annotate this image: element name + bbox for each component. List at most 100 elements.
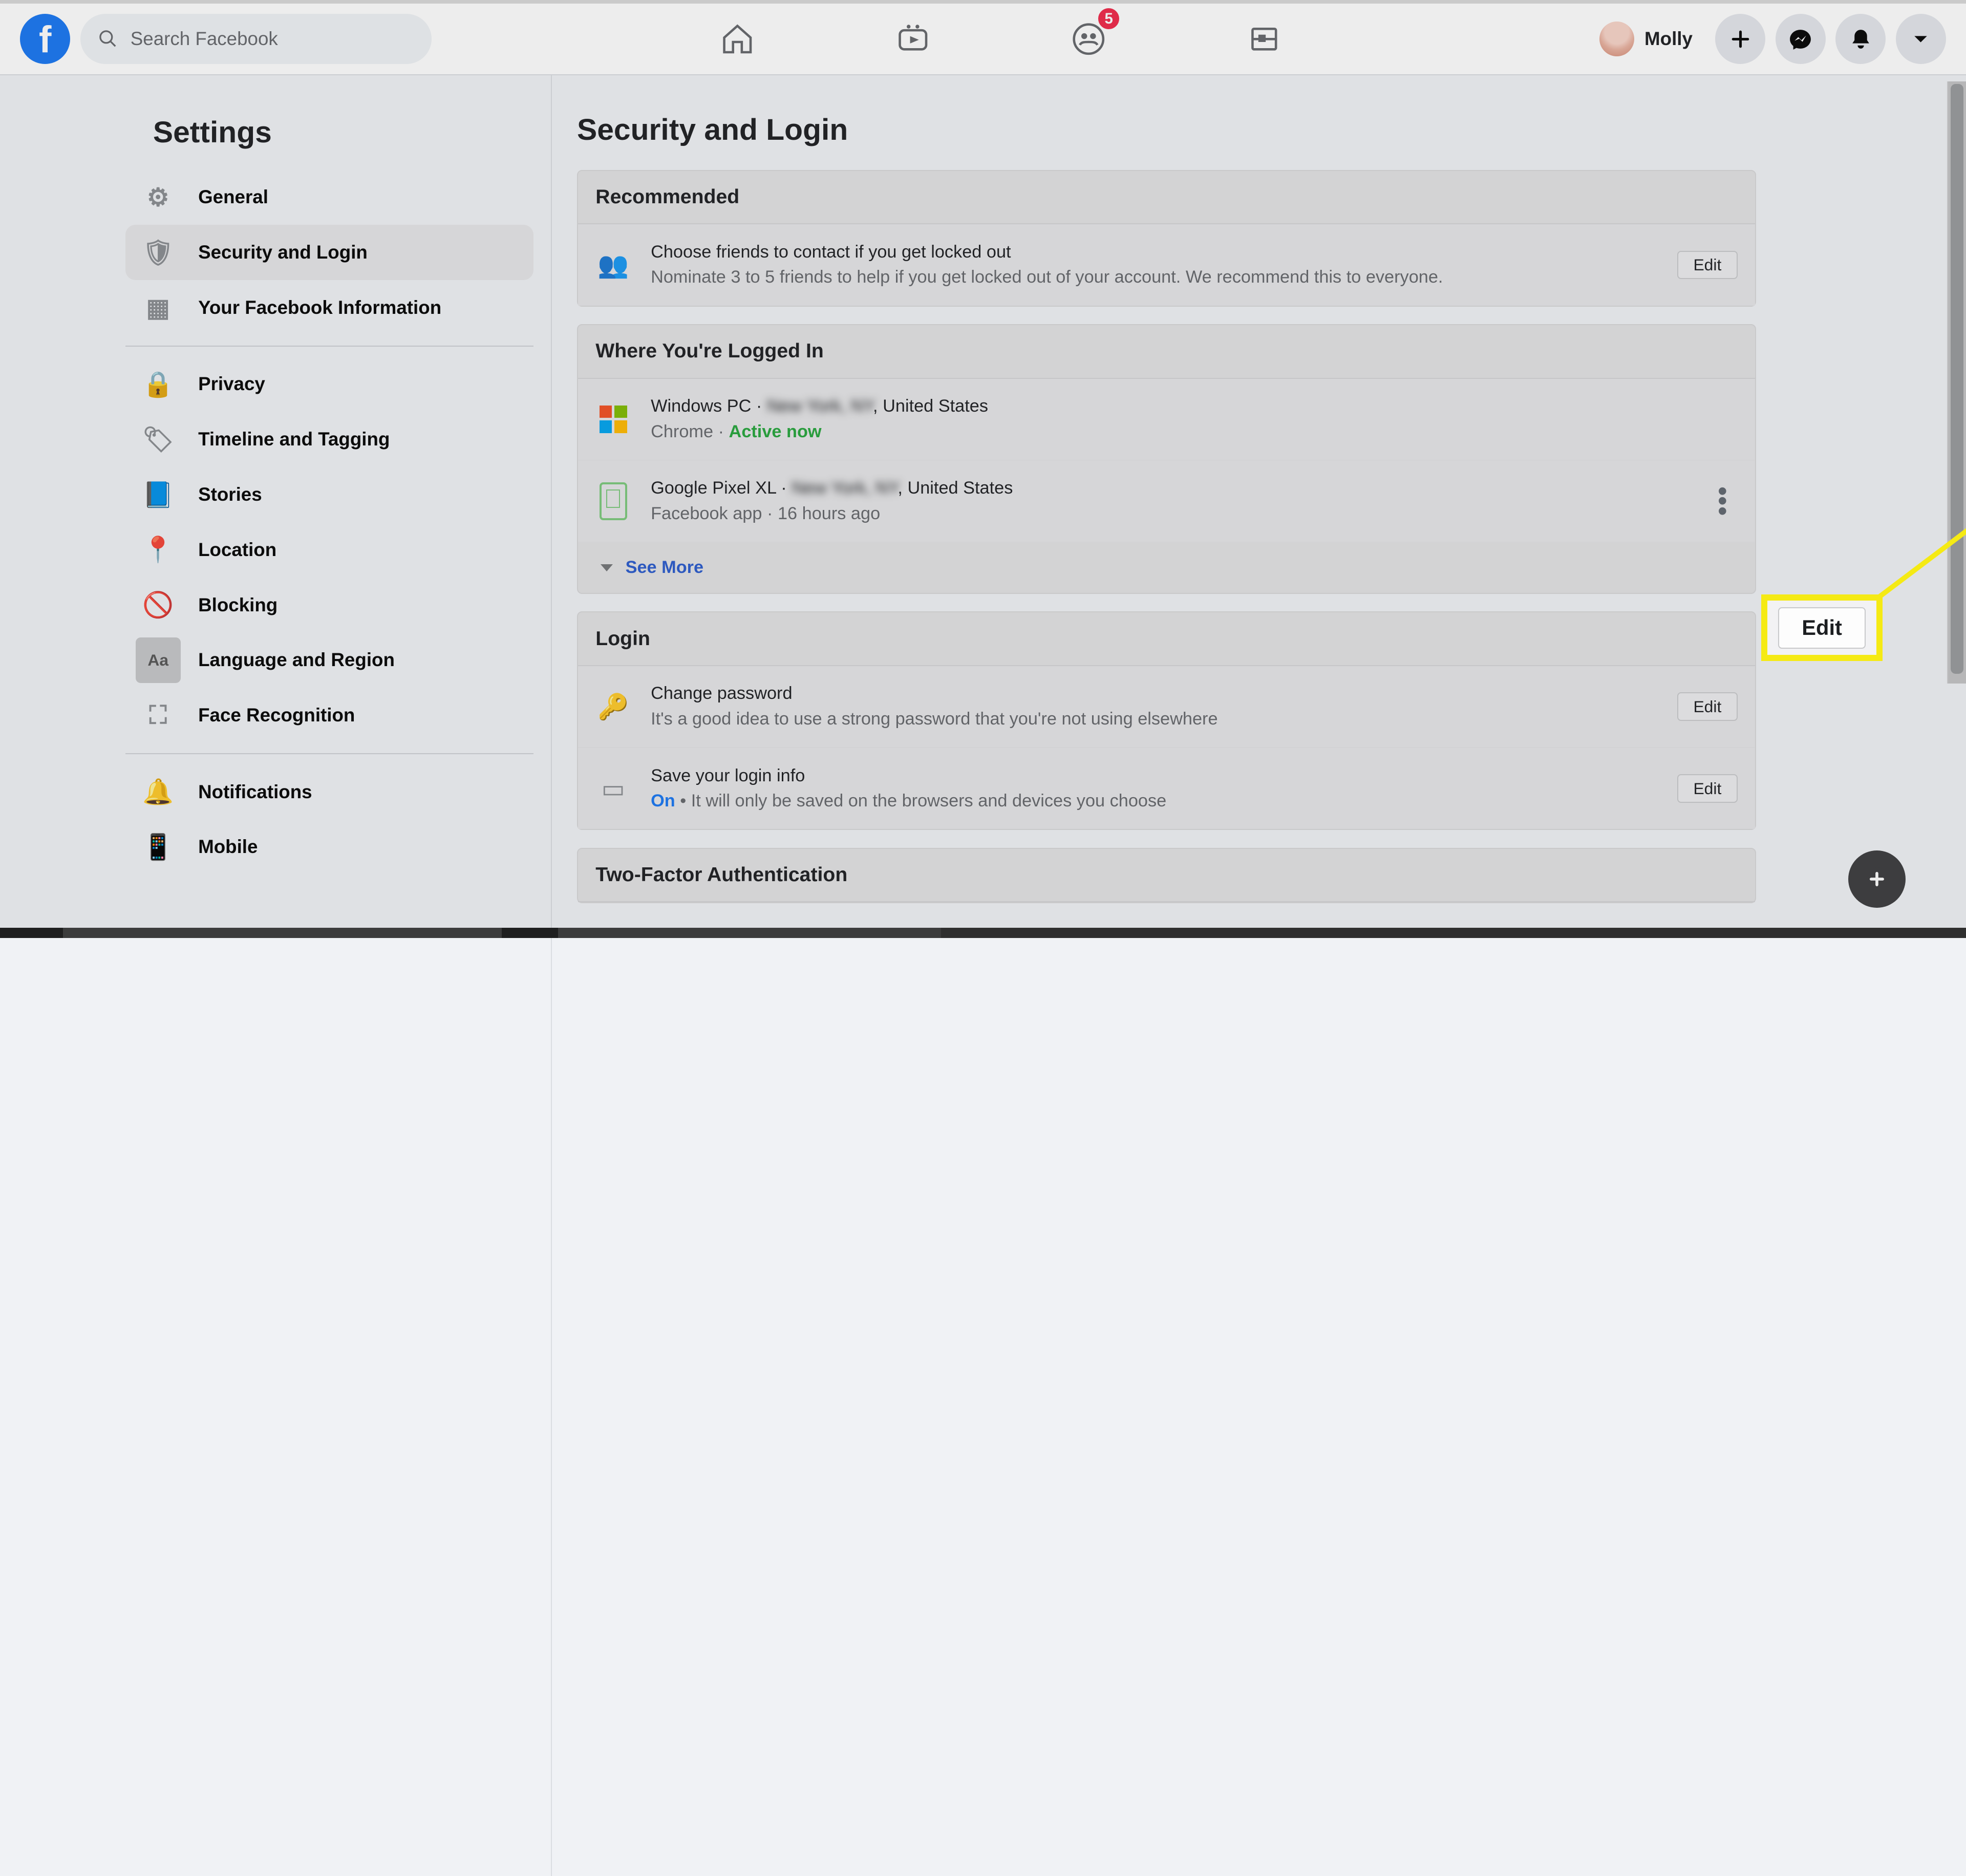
session-status: Active now: [729, 422, 822, 441]
sidebar-item-label: Stories: [198, 484, 262, 505]
session-app: Chrome ·: [651, 422, 729, 441]
annotation-callout: Edit: [1761, 594, 1883, 661]
session-location-blurred: New York, NY: [767, 396, 873, 416]
sidebar-item-mobile[interactable]: 📱 Mobile: [125, 820, 533, 875]
session-menu-button[interactable]: •••: [1707, 486, 1738, 517]
notifications-button[interactable]: [1835, 14, 1886, 64]
main-content: Security and Login Recommended 👥 Choose …: [552, 75, 1966, 1876]
session-device: Windows PC ·: [651, 396, 767, 416]
sidebar-item-privacy[interactable]: 🔒 Privacy: [125, 357, 533, 412]
session-row: Google Pixel XL · New York, NY, United S…: [578, 461, 1755, 543]
bell-icon: 🔔: [136, 770, 181, 815]
nav-watch[interactable]: [883, 9, 944, 69]
panel-sessions: Where You're Logged In Windows PC · New …: [577, 324, 1756, 594]
device-icon: ▭: [595, 771, 631, 806]
row-subtitle: • It will only be saved on the browsers …: [675, 791, 1167, 811]
panel-heading: Recommended: [578, 171, 1755, 225]
friends-icon: 👥: [595, 247, 631, 283]
session-row: Windows PC · New York, NY, United States…: [578, 379, 1755, 461]
sidebar-item-security[interactable]: 🛡 Security and Login: [125, 225, 533, 280]
nav-home[interactable]: [708, 9, 768, 69]
nav-center: 5: [708, 9, 1594, 69]
avatar: [1599, 22, 1635, 57]
groups-badge: 5: [1096, 6, 1121, 31]
os-taskbar: [0, 928, 1966, 938]
row-body: Change password It's a good idea to use …: [651, 681, 1657, 732]
sidebar-item-label: General: [198, 186, 268, 208]
search-placeholder: Search Facebook: [131, 28, 278, 50]
sidebar-item-language[interactable]: Aa Language and Region: [125, 633, 533, 688]
account-menu-button[interactable]: [1896, 14, 1946, 64]
search-input[interactable]: Search Facebook: [80, 14, 432, 64]
scrollbar-thumb[interactable]: [1951, 84, 1963, 674]
sidebar-separator: [125, 753, 533, 754]
sidebar-item-label: Timeline and Tagging: [198, 429, 390, 450]
top-navigation-bar: f Search Facebook 5 Molly: [0, 0, 1966, 75]
see-more-row[interactable]: See More: [578, 543, 1755, 593]
save-login-row[interactable]: ▭ Save your login info On • It will only…: [578, 748, 1755, 829]
sidebar-item-label: Security and Login: [198, 242, 368, 263]
language-icon: Aa: [136, 637, 181, 683]
panel-two-factor: Two-Factor Authentication: [577, 848, 1756, 904]
nav-gaming[interactable]: [1234, 9, 1295, 69]
sidebar-item-face[interactable]: ⛶ Face Recognition: [125, 688, 533, 743]
sidebar-item-label: Privacy: [198, 373, 265, 395]
compose-fab[interactable]: [1848, 850, 1906, 908]
sidebar-item-blocking[interactable]: 🚫 Blocking: [125, 578, 533, 633]
grid-icon: ▦: [136, 285, 181, 330]
block-icon: 🚫: [136, 583, 181, 628]
sidebar-item-general[interactable]: ⚙ General: [125, 170, 533, 225]
sidebar-item-label: Your Facebook Information: [198, 297, 441, 318]
messenger-button[interactable]: [1776, 14, 1826, 64]
sidebar-item-label: Notifications: [198, 781, 312, 803]
mobile-icon: 📱: [136, 824, 181, 869]
chevron-down-icon: [601, 564, 613, 571]
panel-login: Login 🔑 Change password It's a good idea…: [577, 611, 1756, 830]
compose-icon: [1863, 865, 1891, 893]
row-body: Save your login info On • It will only b…: [651, 763, 1657, 814]
profile-chip[interactable]: Molly: [1594, 16, 1705, 61]
edit-button[interactable]: Edit: [1677, 774, 1738, 803]
sidebar-item-stories[interactable]: 📘 Stories: [125, 467, 533, 522]
callout-edit-button: Edit: [1778, 607, 1866, 649]
sidebar-item-label: Mobile: [198, 836, 258, 858]
watch-icon: [895, 22, 931, 57]
sidebar-item-information[interactable]: ▦ Your Facebook Information: [125, 280, 533, 335]
row-title: Save your login info: [651, 763, 1657, 789]
row-subtitle: Nominate 3 to 5 friends to help if you g…: [651, 265, 1657, 290]
sidebar-item-timeline[interactable]: 🏷 Timeline and Tagging: [125, 412, 533, 467]
row-body: Choose friends to contact if you get loc…: [651, 240, 1657, 290]
lock-icon: 🔒: [136, 361, 181, 407]
panel-heading: Login: [578, 612, 1755, 666]
session-device: Google Pixel XL ·: [651, 478, 792, 498]
sidebar-separator: [125, 346, 533, 347]
facebook-logo[interactable]: f: [20, 14, 70, 64]
session-location-suffix: , United States: [897, 478, 1013, 498]
sidebar-title: Settings: [153, 115, 533, 150]
sidebar-item-label: Location: [198, 539, 276, 561]
sidebar-item-notifications[interactable]: 🔔 Notifications: [125, 764, 533, 820]
edit-button[interactable]: Edit: [1677, 692, 1738, 721]
nav-groups[interactable]: 5: [1059, 9, 1119, 69]
scrollbar[interactable]: [1947, 81, 1966, 684]
sidebar-item-label: Face Recognition: [198, 705, 355, 726]
home-icon: [720, 22, 755, 57]
sidebar-item-label: Language and Region: [198, 649, 395, 671]
chevron-down-icon: [1908, 27, 1933, 52]
change-password-row[interactable]: 🔑 Change password It's a good idea to us…: [578, 666, 1755, 748]
topbar-right: Molly: [1594, 14, 1946, 64]
sidebar-item-location[interactable]: 📍 Location: [125, 522, 533, 578]
session-time: 16 hours ago: [778, 504, 880, 523]
sidebar-item-label: Blocking: [198, 594, 277, 616]
messenger-icon: [1788, 27, 1813, 52]
face-icon: ⛶: [136, 693, 181, 738]
gaming-icon: [1247, 22, 1282, 57]
edit-button[interactable]: Edit: [1677, 251, 1738, 280]
recommended-row[interactable]: 👥 Choose friends to contact if you get l…: [578, 224, 1755, 305]
panel-heading: Two-Factor Authentication: [578, 849, 1755, 903]
plus-icon: [1728, 27, 1753, 52]
panel-recommended: Recommended 👥 Choose friends to contact …: [577, 170, 1756, 307]
pin-icon: 📍: [136, 527, 181, 572]
create-button[interactable]: [1715, 14, 1765, 64]
row-status-on: On: [651, 791, 675, 811]
